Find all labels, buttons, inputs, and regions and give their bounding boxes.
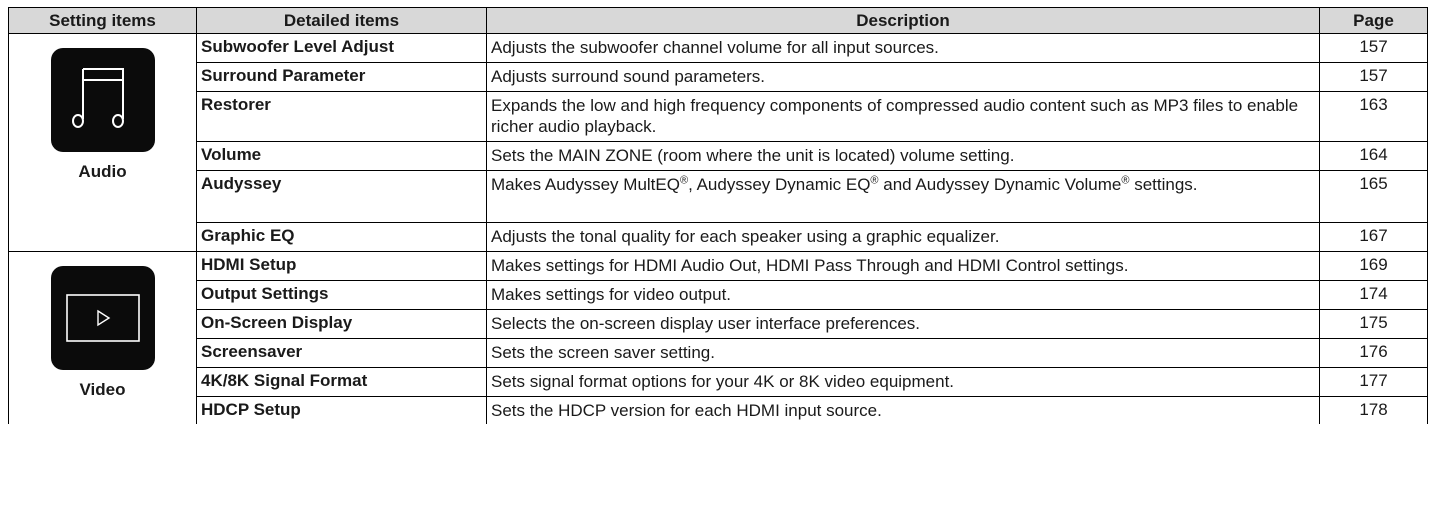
category-label: Video xyxy=(79,380,126,399)
page-number: 175 xyxy=(1319,309,1428,339)
page-number: 178 xyxy=(1319,396,1428,424)
table-row: HDCP Setup Sets the HDCP version for eac… xyxy=(9,396,1428,424)
detailed-item: Screensaver xyxy=(196,338,487,368)
page-number: 174 xyxy=(1319,280,1428,310)
page-number: 157 xyxy=(1319,33,1428,63)
table-row: Output Settings Makes settings for video… xyxy=(9,280,1428,310)
desc-text: , Audyssey Dynamic EQ xyxy=(688,175,871,194)
description-cell: Adjusts the tonal quality for each speak… xyxy=(486,222,1320,252)
description-cell: Adjusts surround sound parameters. xyxy=(486,62,1320,92)
detailed-item: Volume xyxy=(196,141,487,171)
category-cell-audio: Audio xyxy=(8,33,197,252)
music-note-icon xyxy=(50,48,155,152)
header-page: Page xyxy=(1319,7,1428,34)
desc-text: and Audyssey Dynamic Volume xyxy=(878,175,1122,194)
table-row: 4K/8K Signal Format Sets signal format o… xyxy=(9,367,1428,397)
table-row: Video HDMI Setup Makes settings for HDMI… xyxy=(8,251,1428,424)
detailed-item: Restorer xyxy=(196,91,487,142)
header-detailed-items: Detailed items xyxy=(196,7,487,34)
page-number: 164 xyxy=(1319,141,1428,171)
table-row: On-Screen Display Selects the on-screen … xyxy=(9,309,1428,339)
detailed-item: Graphic EQ xyxy=(196,222,487,252)
desc-text: settings. xyxy=(1129,175,1198,194)
description-cell: Sets the MAIN ZONE (room where the unit … xyxy=(486,141,1320,171)
description-cell: Sets signal format options for your 4K o… xyxy=(486,367,1320,397)
description-cell: Sets the HDCP version for each HDMI inpu… xyxy=(486,396,1320,424)
description-cell: Expands the low and high frequency compo… xyxy=(486,91,1320,142)
registered-mark: ® xyxy=(679,174,689,187)
category-label: Audio xyxy=(78,162,127,181)
registered-mark: ® xyxy=(1121,174,1130,187)
description-cell: Makes Audyssey MultEQ®, Audyssey Dynamic… xyxy=(486,170,1320,223)
page-number: 165 xyxy=(1319,170,1428,223)
table-row: Restorer Expands the low and high freque… xyxy=(9,91,1428,142)
table-row: Volume Sets the MAIN ZONE (room where th… xyxy=(9,141,1428,171)
table-row: Audyssey Makes Audyssey MultEQ®, Audysse… xyxy=(9,170,1428,223)
video-group: Video HDMI Setup Makes settings for HDMI… xyxy=(8,251,1428,424)
page-number: 169 xyxy=(1319,251,1428,281)
header-setting-items: Setting items xyxy=(8,7,197,34)
page-number: 167 xyxy=(1319,222,1428,252)
detailed-item: 4K/8K Signal Format xyxy=(196,367,487,397)
detailed-item: HDCP Setup xyxy=(196,396,487,424)
registered-mark: ® xyxy=(870,174,879,187)
category-cell-video: Video xyxy=(8,251,197,424)
description-cell: Makes settings for video output. xyxy=(486,280,1320,310)
description-cell: Adjusts the subwoofer channel volume for… xyxy=(486,33,1320,63)
detailed-item: HDMI Setup xyxy=(196,251,487,281)
page-number: 157 xyxy=(1319,62,1428,92)
play-icon xyxy=(50,266,155,370)
page-number: 177 xyxy=(1319,367,1428,397)
detailed-item: Subwoofer Level Adjust xyxy=(196,33,487,63)
detailed-item: Surround Parameter xyxy=(196,62,487,92)
table-row: Audio Subwoofer Level Adjust Adjusts the… xyxy=(8,33,1428,252)
detailed-item: Output Settings xyxy=(196,280,487,310)
table-row: Screensaver Sets the screen saver settin… xyxy=(9,338,1428,368)
audio-group: Audio Subwoofer Level Adjust Adjusts the… xyxy=(8,33,1428,252)
header-row: Setting items Detailed items Description… xyxy=(8,7,1428,34)
description-cell: Selects the on-screen display user inter… xyxy=(486,309,1320,339)
desc-text: Makes Audyssey MultEQ xyxy=(491,175,680,194)
header-description: Description xyxy=(486,7,1320,34)
detailed-item: Audyssey xyxy=(196,170,487,223)
settings-table: Setting items Detailed items Description… xyxy=(8,7,1428,424)
page-number: 163 xyxy=(1319,91,1428,142)
page-number: 176 xyxy=(1319,338,1428,368)
detailed-item: On-Screen Display xyxy=(196,309,487,339)
table-row: Surround Parameter Adjusts surround soun… xyxy=(9,62,1428,92)
description-cell: Sets the screen saver setting. xyxy=(486,338,1320,368)
description-cell: Makes settings for HDMI Audio Out, HDMI … xyxy=(486,251,1320,281)
table-row: Graphic EQ Adjusts the tonal quality for… xyxy=(9,222,1428,252)
